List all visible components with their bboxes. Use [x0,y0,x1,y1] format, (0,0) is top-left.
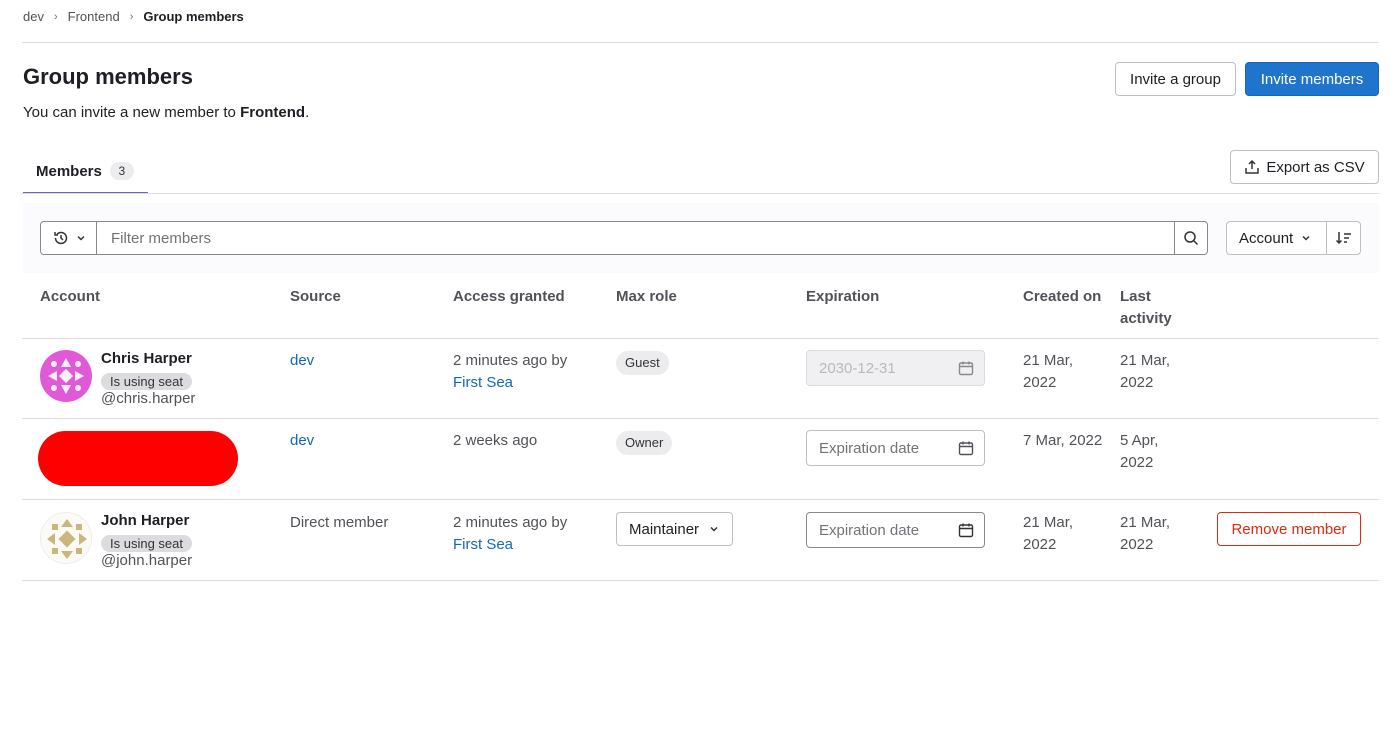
export-icon [1245,159,1260,174]
created-on-date: 21 Mar, 2022 [1023,514,1074,553]
seat-badge: Is using seat [101,373,192,390]
column-header-expiration: Expiration [806,288,880,305]
tab-label: Members [36,162,102,180]
calendar-icon [958,361,974,376]
invite-members-button[interactable]: Invite members [1245,62,1379,96]
column-header-last-activity: Last activity [1120,288,1172,327]
member-username: @chris.harper [101,390,196,407]
search-button[interactable] [1174,221,1208,255]
description-suffix: . [305,104,310,121]
last-activity-date: 5 Apr, 2022 [1120,432,1159,471]
page-title: Group members [23,64,193,89]
column-header-created-on: Created on [1023,288,1102,305]
access-granted-text: 2 minutes ago by [453,514,568,531]
seat-badge: Is using seat [101,535,192,552]
identicon-image [41,513,91,563]
breadcrumb-current[interactable]: Group members [143,9,243,24]
page-description: You can invite a new member to Frontend. [23,104,309,121]
expiration-date-input[interactable]: Expiration date [806,512,985,548]
expiration-date-input[interactable]: 2030-12-31 [806,350,985,386]
chevron-down-icon [710,526,718,532]
role-dropdown[interactable]: Maintainer [616,512,733,546]
filter-members-input[interactable] [96,221,1175,255]
calendar-icon [958,523,974,538]
divider [22,338,1379,339]
granted-by-link[interactable]: First Sea [453,372,513,394]
divider [22,193,1379,194]
divider [22,499,1379,500]
export-label: Export as CSV [1266,158,1365,176]
search-icon [1184,231,1199,246]
last-activity-date: 21 Mar, 2022 [1120,514,1171,553]
access-granted-text: 2 minutes ago by [453,352,568,369]
role-dropdown-value: Maintainer [629,520,700,538]
avatar[interactable] [40,512,92,564]
export-csv-button[interactable]: Export as CSV [1230,150,1379,184]
role-badge: Guest [616,351,669,375]
group-name: Frontend [240,104,306,121]
expiration-placeholder: Expiration date [819,521,920,539]
sort-field-label: Account [1239,229,1294,247]
chevron-down-icon [76,235,85,241]
invite-group-button[interactable]: Invite a group [1115,62,1236,96]
tab-members[interactable]: Members 3 [23,150,148,194]
history-icon [53,231,67,245]
recent-searches-button[interactable] [40,221,97,255]
divider [22,418,1379,419]
created-on-date: 21 Mar, 2022 [1023,352,1074,391]
chevron-right-icon: › [129,10,134,23]
expiration-date-input[interactable]: Expiration date [806,430,985,466]
member-name[interactable]: Chris Harper [101,350,192,367]
created-on-date: 7 Mar, 2022 [1023,432,1103,449]
chevron-down-icon [1302,235,1310,241]
source-text: Direct member [290,514,389,531]
column-header-source: Source [290,288,341,305]
sort-ascending-icon [1335,232,1351,245]
tab-count-badge: 3 [109,162,134,180]
source-link[interactable]: dev [290,350,314,372]
description-text: You can invite a new member to [23,104,241,121]
source-link[interactable]: dev [290,430,314,452]
access-granted-text: 2 weeks ago [453,432,538,449]
column-header-access-granted: Access granted [453,288,565,305]
granted-by-link[interactable]: First Sea [453,534,513,556]
chevron-right-icon: › [53,10,58,23]
last-activity-date: 21 Mar, 2022 [1120,352,1171,391]
breadcrumb-item-frontend[interactable]: Frontend [68,9,120,24]
divider [22,580,1379,581]
column-header-account: Account [40,288,100,305]
breadcrumb-item-dev[interactable]: dev [23,9,44,24]
calendar-icon [958,441,974,456]
expiration-placeholder: Expiration date [819,439,920,457]
expiration-value: 2030-12-31 [819,359,896,377]
member-username: @john.harper [101,552,193,569]
avatar[interactable] [40,350,92,402]
member-name[interactable]: John Harper [101,512,189,529]
divider [22,42,1379,43]
identicon-image [40,350,92,402]
sort-direction-button[interactable] [1326,221,1361,255]
column-header-max-role: Max role [616,288,677,305]
role-badge: Owner [616,431,673,455]
redaction-mark [38,431,238,486]
sort-field-dropdown[interactable]: Account [1226,221,1327,255]
remove-member-button[interactable]: Remove member [1217,512,1361,546]
breadcrumb: dev › Frontend › Group members [23,9,244,24]
